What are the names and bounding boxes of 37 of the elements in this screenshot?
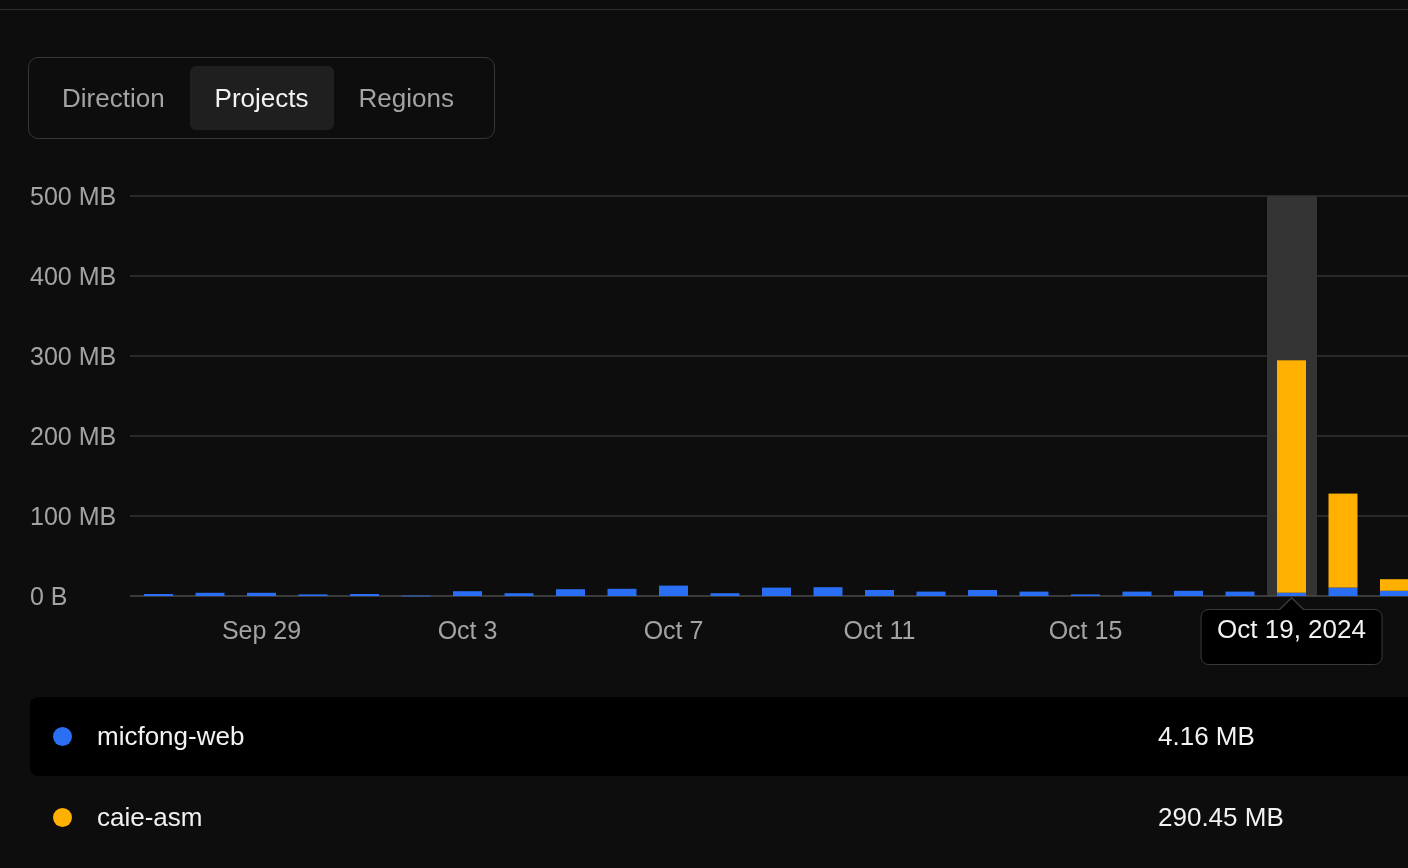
- bar-segment[interactable]: [1328, 493, 1358, 588]
- x-axis-label: Oct 7: [643, 616, 704, 644]
- y-axis-label: 400 MB: [30, 262, 117, 290]
- legend-row[interactable]: caie-asm 290.45 MB: [30, 778, 1408, 857]
- legend-row[interactable]: micfong-web 4.16 MB: [30, 697, 1408, 776]
- bar-segment[interactable]: [762, 587, 791, 596]
- tab[interactable]: Direction: [44, 66, 190, 130]
- bar-segment[interactable]: [1174, 590, 1203, 596]
- bar-segment[interactable]: [1122, 591, 1152, 596]
- bar-segment[interactable]: [1380, 590, 1408, 596]
- project-name: caie-asm: [97, 802, 204, 833]
- bar-segment[interactable]: [1019, 591, 1049, 596]
- y-axis-label: 500 MB: [30, 182, 117, 210]
- tab[interactable]: Regions: [333, 66, 479, 130]
- bar-segment[interactable]: [916, 591, 946, 596]
- project-size: 4.16 MB: [1158, 721, 1255, 752]
- y-axis-label: 300 MB: [30, 342, 117, 370]
- x-axis-label: Oct 15: [1048, 616, 1123, 644]
- bar-segment[interactable]: [813, 587, 843, 596]
- project-name: micfong-web: [97, 721, 246, 752]
- bar-segment[interactable]: [247, 592, 276, 596]
- bar-segment[interactable]: [195, 592, 225, 596]
- x-axis-label: Sep 29: [221, 616, 302, 644]
- x-axis-label: Oct 11: [843, 616, 916, 644]
- bar-segment[interactable]: [1328, 587, 1358, 596]
- bar-segment[interactable]: [504, 593, 534, 596]
- y-axis-label: 0 B: [30, 582, 68, 610]
- tab[interactable]: Projects: [189, 66, 334, 130]
- y-axis-label: 200 MB: [30, 422, 117, 450]
- project-size: 290.45 MB: [1158, 802, 1284, 833]
- x-axis-label: Oct 3: [437, 616, 498, 644]
- bar-segment[interactable]: [710, 593, 740, 596]
- bar-segment[interactable]: [607, 588, 637, 596]
- bar-segment[interactable]: [1225, 591, 1255, 596]
- bar-segment[interactable]: [659, 585, 688, 596]
- date-tooltip: Oct 19, 2024: [1200, 608, 1383, 665]
- y-axis-label: 100 MB: [30, 502, 117, 530]
